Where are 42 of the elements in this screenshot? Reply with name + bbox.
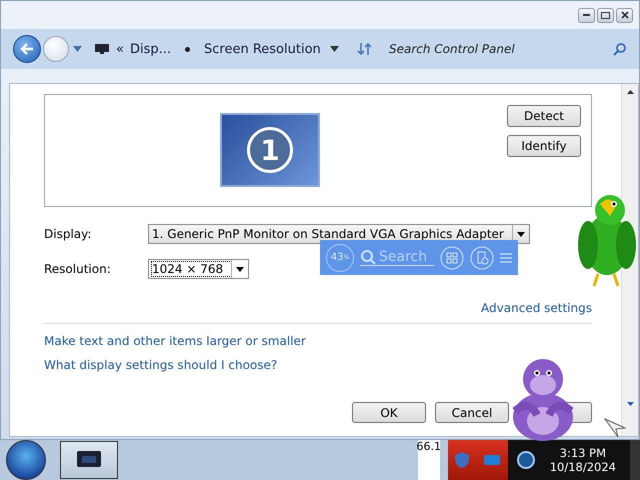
widget-search-field[interactable]: Search <box>360 249 434 266</box>
taskbar-button[interactable] <box>60 441 118 479</box>
minimize-button[interactable] <box>578 8 595 22</box>
chevron-icon: « <box>116 42 124 56</box>
help-link[interactable]: Make text and other items larger or smaller <box>44 334 306 348</box>
clock-date: 10/18/2024 <box>550 460 616 474</box>
meter-reading: 66.1 <box>416 440 441 455</box>
back-arrow-icon <box>20 43 34 55</box>
address-bar[interactable]: « Disp... Screen Resolution <box>90 36 381 62</box>
maximize-button[interactable] <box>597 8 614 22</box>
back-button[interactable] <box>13 35 41 63</box>
close-icon <box>620 11 628 19</box>
search-icon <box>360 249 376 265</box>
dropdown-arrow-icon <box>516 232 525 236</box>
monitor-icon <box>76 450 102 470</box>
breadcrumb-item[interactable]: Screen Resolution <box>204 42 321 56</box>
separator-icon <box>185 46 190 52</box>
detect-button[interactable]: Detect <box>507 105 581 127</box>
meter-gadget[interactable]: 66.1 <box>418 440 440 480</box>
dropdown-caret-icon[interactable] <box>330 46 339 52</box>
dropdown[interactable]: 1. Generic PnP Monitor on Standard VGA Graphics Adapter <box>148 224 530 244</box>
monitor-icon <box>94 43 110 55</box>
close-button[interactable] <box>616 8 633 22</box>
breadcrumb-item[interactable]: Disp... <box>130 42 172 56</box>
field-label: Display: <box>44 227 92 241</box>
monitor-number: 1 <box>247 127 293 173</box>
field-label: Resolution: <box>44 262 112 276</box>
dialog-button[interactable]: Cancel <box>435 402 509 423</box>
help-link[interactable]: What display settings should I choose? <box>44 358 278 372</box>
refresh-icon[interactable] <box>357 42 373 56</box>
advanced-settings-link[interactable]: Advanced settings <box>481 301 592 315</box>
dropdown-arrow-icon <box>236 266 244 272</box>
dialog-button[interactable]: OK <box>352 402 426 423</box>
scroll-up-icon[interactable] <box>626 90 634 94</box>
search-field[interactable]: Search Control Panel <box>387 41 613 57</box>
monitor-thumbnail[interactable]: 1 <box>220 113 320 187</box>
dropdown[interactable]: 1024 × 768 <box>148 259 250 279</box>
search-icon <box>613 42 627 56</box>
start-button[interactable] <box>6 440 46 480</box>
identify-button[interactable]: Identify <box>507 135 581 157</box>
clock-time: 3:13 PM <box>560 446 606 460</box>
scroll-down-icon[interactable] <box>626 402 634 406</box>
